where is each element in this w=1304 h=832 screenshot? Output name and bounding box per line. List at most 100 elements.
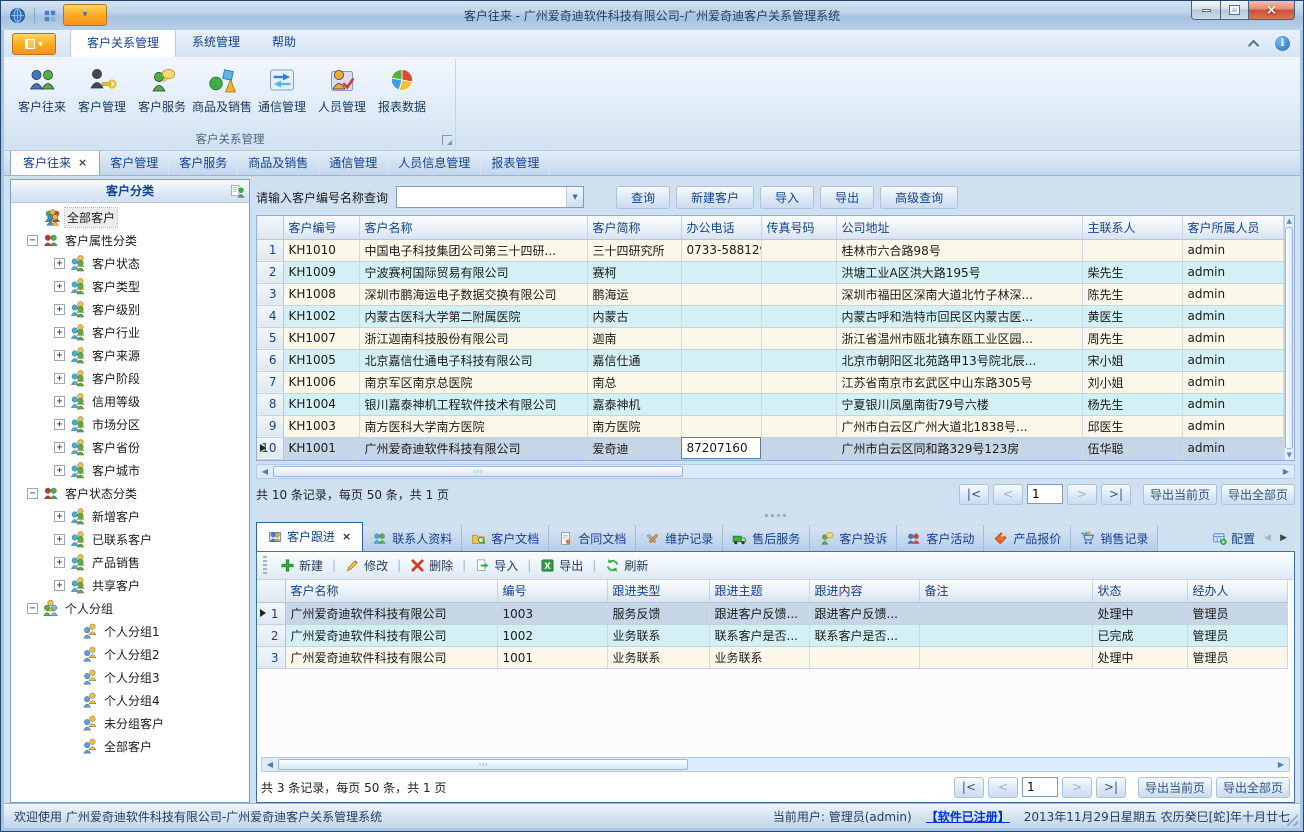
- cell[interactable]: 黄医生: [1082, 305, 1182, 327]
- cell[interactable]: KH1007: [283, 327, 359, 349]
- scroll-down-icon[interactable]: ▼: [1287, 451, 1292, 459]
- cell[interactable]: 桂林市六合路98号: [836, 239, 1082, 261]
- minimize-button[interactable]: [1191, 1, 1221, 20]
- cell[interactable]: 服务反馈: [607, 603, 709, 625]
- tree-item-shared-customers[interactable]: +共享客户: [11, 574, 249, 597]
- toolbar-delete-button[interactable]: 删除: [406, 555, 457, 576]
- cell[interactable]: 南总: [587, 371, 681, 393]
- cell[interactable]: admin: [1182, 349, 1283, 371]
- table-row[interactable]: 3KH1008深圳市鹏海运电子数据交换有限公司鹏海运深圳市福田区深南大道北竹子林…: [257, 283, 1283, 305]
- doc-tab-customer-service[interactable]: 客户服务: [169, 150, 238, 175]
- doc-tab-customer-contacts[interactable]: 客户往来×: [10, 149, 100, 175]
- cell[interactable]: 宋小姐: [1082, 349, 1182, 371]
- cell[interactable]: KH1009: [283, 261, 359, 283]
- scroll-right-icon[interactable]: ▶: [1273, 758, 1289, 771]
- detail-tab-customer-complaints[interactable]: 客户投诉: [810, 525, 897, 551]
- cell[interactable]: 浙江省温州市瓯北镇东瓯工业区园...: [836, 327, 1082, 349]
- column-header[interactable]: 主联系人: [1082, 216, 1182, 239]
- main-export-all-button[interactable]: 导出全部页: [1221, 484, 1295, 505]
- cell[interactable]: 江苏省南京市玄武区中山东路305号: [836, 371, 1082, 393]
- cell[interactable]: 北京市朝阳区北苑路甲13号院北辰...: [836, 349, 1082, 371]
- cell[interactable]: admin: [1182, 415, 1283, 437]
- column-header[interactable]: 经办人: [1187, 580, 1287, 603]
- cell[interactable]: [761, 393, 836, 415]
- detail-next-page-button[interactable]: >: [1062, 777, 1092, 798]
- cell[interactable]: admin: [1182, 239, 1283, 261]
- cell[interactable]: 银川嘉泰神机工程软件技术有限公司: [359, 393, 587, 415]
- cell[interactable]: 处理中: [1092, 647, 1187, 669]
- cell[interactable]: admin: [1182, 283, 1283, 305]
- cell[interactable]: 南方医院: [587, 415, 681, 437]
- detail-tab-product-quotes[interactable]: 产品报价: [984, 525, 1071, 551]
- detail-tab-customer-follow[interactable]: 客户跟进×: [256, 522, 363, 551]
- new-customer-button[interactable]: 新建客户: [676, 186, 754, 209]
- toolbar-new-button[interactable]: 新建: [276, 555, 327, 576]
- ribbon-tab-crm[interactable]: 客户关系管理: [70, 29, 176, 57]
- tree-item-attribute-category[interactable]: −客户属性分类: [11, 229, 249, 252]
- import-button[interactable]: 导入: [760, 186, 814, 209]
- cell[interactable]: [809, 647, 919, 669]
- detail-prev-page-button[interactable]: <: [988, 777, 1018, 798]
- column-header[interactable]: 编号: [497, 580, 607, 603]
- doc-tab-customer-mgmt[interactable]: 客户管理: [100, 150, 169, 175]
- table-row[interactable]: 3广州爱奇迪软件科技有限公司1001业务联系业务联系处理中管理员: [257, 647, 1287, 669]
- cell[interactable]: 广州市白云区广州大道北1838号...: [836, 415, 1082, 437]
- table-row[interactable]: 8KH1004银川嘉泰神机工程软件技术有限公司嘉泰神机宁夏银川凤凰南街79号六楼…: [257, 393, 1283, 415]
- cell[interactable]: 1002: [497, 625, 607, 647]
- cell[interactable]: [761, 371, 836, 393]
- cell[interactable]: [761, 437, 836, 459]
- cell[interactable]: 内蒙古: [587, 305, 681, 327]
- cell[interactable]: 广州爱奇迪软件科技有限公司: [285, 647, 497, 669]
- cell[interactable]: 联系客户是否...: [709, 625, 809, 647]
- vertical-scrollbar[interactable]: ▲ ▼: [1284, 216, 1295, 460]
- cell[interactable]: 内蒙古医科大学第二附属医院: [359, 305, 587, 327]
- cell[interactable]: 中国电子科技集团公司第三十四研...: [359, 239, 587, 261]
- cell[interactable]: 宁波赛柯国际贸易有限公司: [359, 261, 587, 283]
- cell[interactable]: [1082, 239, 1182, 261]
- cell[interactable]: [761, 261, 836, 283]
- tree-item-all-customers[interactable]: 全部客户: [11, 206, 249, 229]
- cell[interactable]: 爱奇迪: [587, 437, 681, 459]
- column-header[interactable]: 客户简称: [587, 216, 681, 239]
- advanced-query-button[interactable]: 高级查询: [880, 186, 958, 209]
- cell[interactable]: KH1008: [283, 283, 359, 305]
- main-prev-page-button[interactable]: <: [993, 484, 1023, 505]
- cell[interactable]: 杨先生: [1082, 393, 1182, 415]
- cell[interactable]: 浙江迦南科技股份有限公司: [359, 327, 587, 349]
- tree-item-market-region[interactable]: +市场分区: [11, 413, 249, 436]
- table-row[interactable]: 1KH1010中国电子科技集团公司第三十四研...三十四研究所0733-5881…: [257, 239, 1283, 261]
- cell[interactable]: 宁夏银川凤凰南街79号六楼: [836, 393, 1082, 415]
- tree-expander-icon[interactable]: +: [54, 557, 65, 568]
- cell[interactable]: [681, 283, 761, 305]
- detail-tab-contract-docs[interactable]: 合同文档: [549, 525, 636, 551]
- quick-access-dropdown-icon[interactable]: ▼: [63, 4, 107, 26]
- tree-expander-icon[interactable]: +: [54, 511, 65, 522]
- table-row[interactable]: 4KH1002内蒙古医科大学第二附属医院内蒙古内蒙古呼和浩特市回民区内蒙古医..…: [257, 305, 1283, 327]
- collapse-ribbon-icon[interactable]: [1248, 39, 1259, 50]
- cell[interactable]: admin: [1182, 393, 1283, 415]
- cell[interactable]: 业务联系: [607, 647, 709, 669]
- detail-tab-customer-docs[interactable]: 客户文档: [462, 525, 549, 551]
- cell[interactable]: [681, 327, 761, 349]
- tree-item-ungrouped-customers[interactable]: 未分组客户: [11, 712, 249, 735]
- cell[interactable]: KH1002: [283, 305, 359, 327]
- main-page-input[interactable]: [1027, 484, 1063, 504]
- table-row[interactable]: 5KH1007浙江迦南科技股份有限公司迦南浙江省温州市瓯北镇东瓯工业区园...周…: [257, 327, 1283, 349]
- cell[interactable]: 处理中: [1092, 603, 1187, 625]
- tree-item-new-customers[interactable]: +新增客户: [11, 505, 249, 528]
- ribbon-tab-help[interactable]: 帮助: [256, 29, 312, 57]
- detail-export-all-button[interactable]: 导出全部页: [1216, 777, 1290, 798]
- config-button[interactable]: 配置: [1212, 530, 1255, 547]
- scroll-right-icon[interactable]: ▶: [1278, 465, 1294, 478]
- tree-item-customer-grade[interactable]: +客户级别: [11, 298, 249, 321]
- registered-link[interactable]: 【软件已注册】: [926, 808, 1010, 825]
- cell[interactable]: 87207160: [681, 437, 761, 459]
- scroll-left-icon[interactable]: ◀: [262, 758, 278, 771]
- cell[interactable]: 迦南: [587, 327, 681, 349]
- tree-item-all-customers-2[interactable]: 全部客户: [11, 735, 249, 758]
- cell[interactable]: 内蒙古呼和浩特市回民区内蒙古医...: [836, 305, 1082, 327]
- cell[interactable]: [761, 283, 836, 305]
- cell[interactable]: 南京军区南京总医院: [359, 371, 587, 393]
- column-header[interactable]: 状态: [1092, 580, 1187, 603]
- cell[interactable]: [919, 603, 1092, 625]
